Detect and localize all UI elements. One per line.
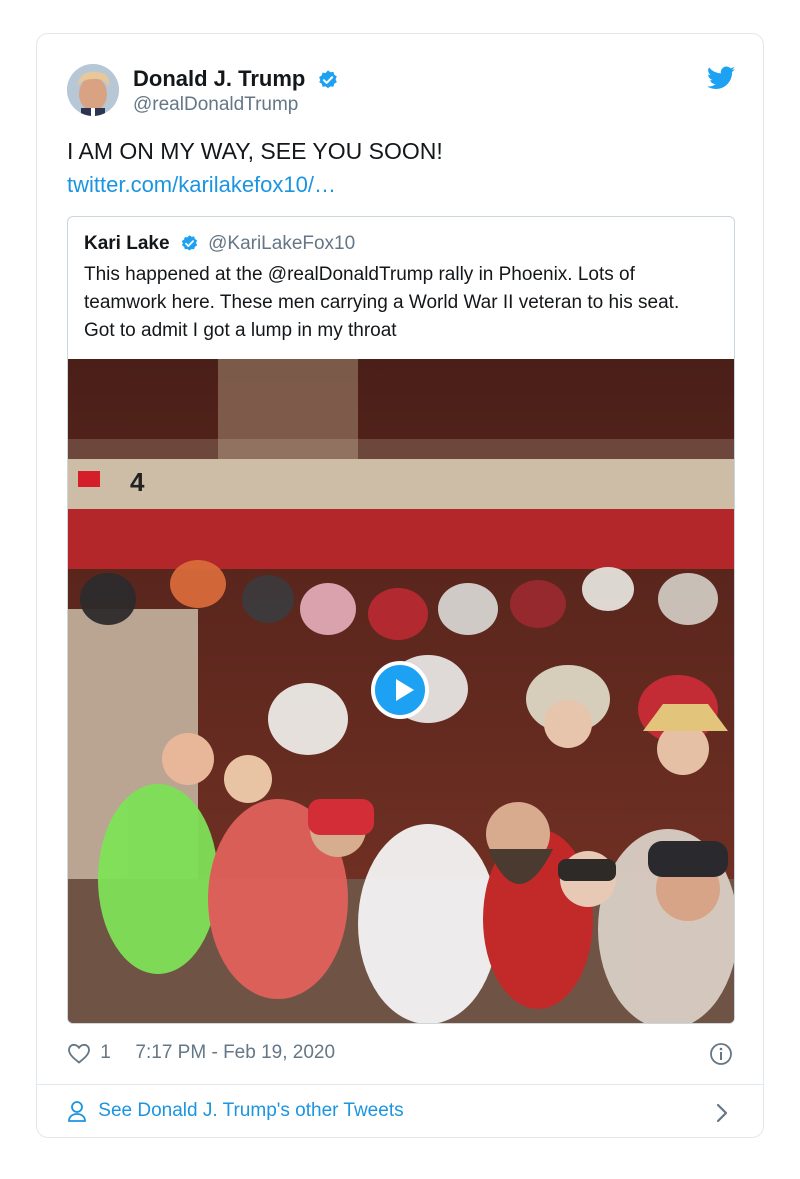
other-tweets-link[interactable]: See Donald J. Trump's other Tweets: [67, 1100, 404, 1122]
chevron-right-icon[interactable]: [715, 1102, 729, 1124]
tweet-text: I AM ON MY WAY, SEE YOU SOON!: [67, 138, 443, 164]
quoted-tweet[interactable]: Kari Lake @KariLakeFox10 This happened a…: [67, 216, 735, 1024]
author-name[interactable]: Donald J. Trump: [133, 66, 339, 92]
embedded-tweet-card: Donald J. Trump @realDonaldTrump I AM ON…: [36, 33, 764, 1138]
twitter-bird-icon[interactable]: [707, 66, 735, 90]
heart-icon[interactable]: [67, 1042, 91, 1064]
like-count[interactable]: 1: [100, 1042, 111, 1063]
author-name-text[interactable]: Donald J. Trump: [133, 66, 305, 91]
footer-divider: [37, 1084, 763, 1085]
avatar[interactable]: [67, 64, 119, 116]
section-number: 4: [130, 467, 145, 497]
verified-badge-icon: [181, 235, 197, 252]
quoted-tweet-text: This happened at the @realDonaldTrump ra…: [84, 264, 680, 341]
verified-badge-icon: [319, 70, 338, 89]
info-icon[interactable]: [709, 1042, 733, 1066]
video-thumbnail[interactable]: 4: [68, 359, 734, 1023]
tweet-meta: 1 7:17 PM - Feb 19, 2020: [67, 1042, 335, 1064]
quoted-author-handle[interactable]: @KariLakeFox10: [208, 233, 355, 254]
play-button[interactable]: [371, 661, 429, 719]
tweet-link[interactable]: twitter.com/karilakefox10/…: [67, 172, 336, 198]
other-tweets-label[interactable]: See Donald J. Trump's other Tweets: [98, 1100, 403, 1121]
quoted-tweet-header: Kari Lake @KariLakeFox10: [84, 233, 355, 255]
tweet-timestamp[interactable]: 7:17 PM - Feb 19, 2020: [135, 1042, 335, 1063]
person-icon: [68, 1101, 86, 1122]
author-handle[interactable]: @realDonaldTrump: [133, 94, 298, 116]
quoted-author-name[interactable]: Kari Lake: [84, 233, 170, 254]
